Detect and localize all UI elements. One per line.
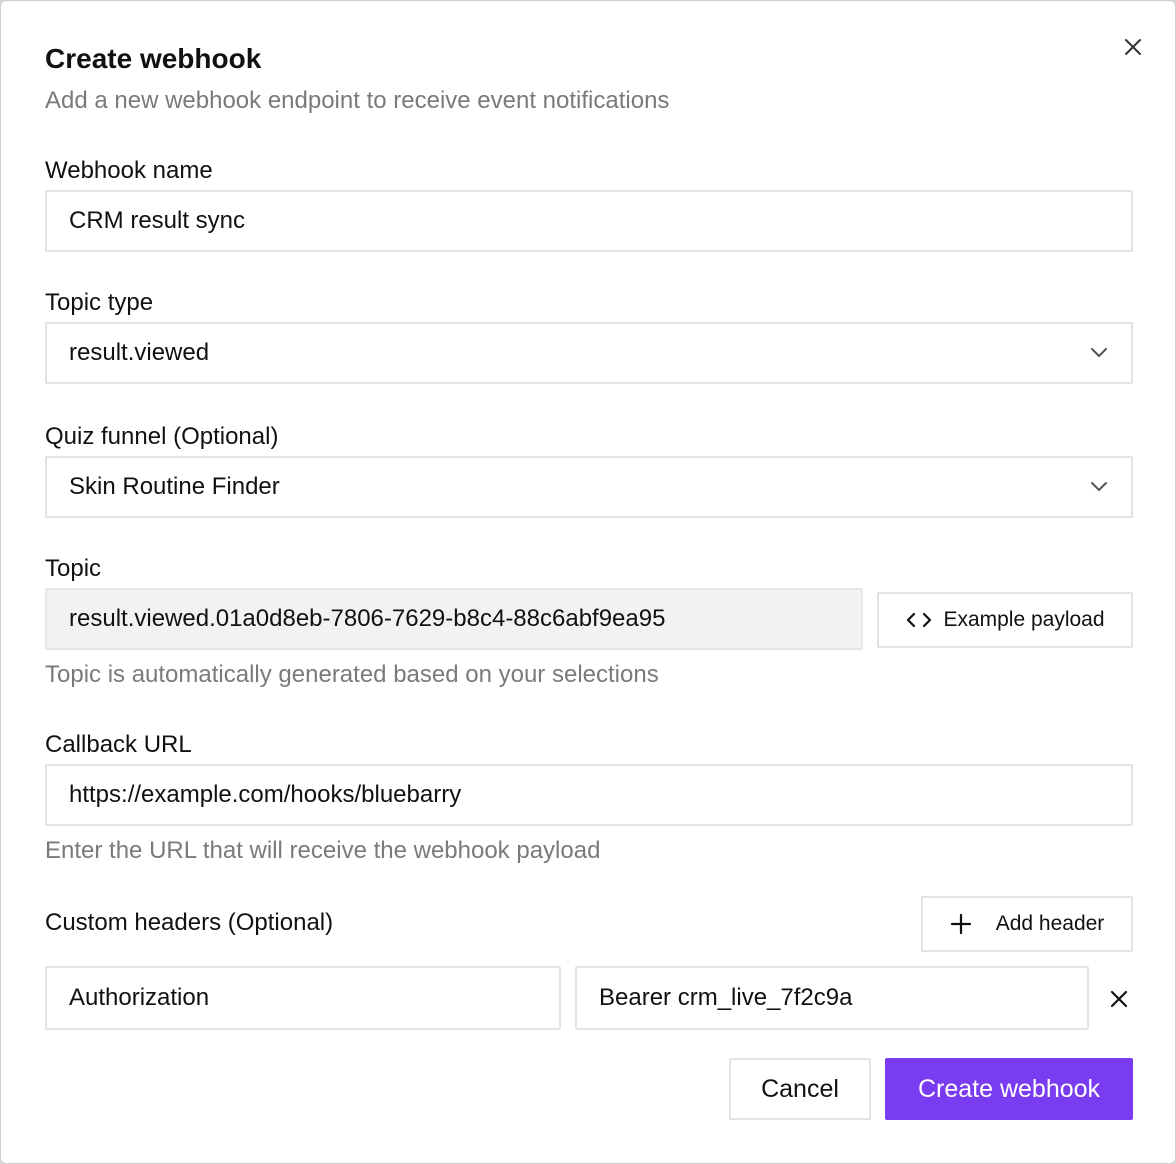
- create-webhook-button[interactable]: Create webhook: [885, 1058, 1133, 1120]
- dialog-title: Create webhook: [45, 43, 262, 74]
- plus-icon: [950, 913, 972, 935]
- example-payload-label: Example payload: [943, 608, 1105, 631]
- remove-header-button[interactable]: [1103, 981, 1135, 1017]
- topic-helper-text: Topic is automatically generated based o…: [45, 661, 659, 688]
- topic-value: result.viewed.01a0d8eb-7806-7629-b8c4-88…: [69, 605, 666, 632]
- quiz-funnel-select[interactable]: Skin Routine Finder: [45, 456, 1133, 518]
- chevron-down-icon: [1091, 348, 1107, 357]
- cancel-button[interactable]: Cancel: [729, 1058, 871, 1120]
- dialog-subtitle: Add a new webhook endpoint to receive ev…: [45, 87, 670, 114]
- topic-type-label: Topic type: [45, 289, 154, 316]
- example-payload-button[interactable]: Example payload: [877, 592, 1133, 648]
- header-value-input[interactable]: [599, 984, 1065, 1012]
- close-icon: [1110, 990, 1128, 1008]
- chevron-down-icon: [1091, 482, 1107, 491]
- header-key-field[interactable]: [45, 966, 561, 1030]
- header-key-input[interactable]: [69, 984, 537, 1012]
- header-value-field[interactable]: [575, 966, 1089, 1030]
- custom-headers-label: Custom headers (Optional): [45, 909, 334, 936]
- close-icon: [1125, 39, 1141, 55]
- code-icon: [905, 611, 933, 629]
- topic-type-select[interactable]: result.viewed: [45, 322, 1133, 384]
- add-header-label: Add header: [995, 912, 1105, 935]
- close-button[interactable]: [1117, 31, 1149, 63]
- callback-url-input[interactable]: [69, 781, 1109, 809]
- cancel-label: Cancel: [761, 1074, 839, 1103]
- topic-type-value: result.viewed: [69, 339, 210, 366]
- callback-url-label: Callback URL: [45, 731, 192, 758]
- webhook-name-field[interactable]: [45, 190, 1133, 252]
- callback-url-field[interactable]: [45, 764, 1133, 826]
- webhook-name-label: Webhook name: [45, 157, 213, 184]
- callback-url-helper-text: Enter the URL that will receive the webh…: [45, 837, 601, 864]
- topic-readonly-field: result.viewed.01a0d8eb-7806-7629-b8c4-88…: [45, 588, 863, 650]
- quiz-funnel-label: Quiz funnel (Optional): [45, 423, 279, 450]
- add-header-button[interactable]: Add header: [921, 896, 1133, 952]
- create-webhook-dialog: Create webhook Add a new webhook endpoin…: [0, 0, 1176, 1164]
- quiz-funnel-value: Skin Routine Finder: [69, 473, 280, 500]
- topic-label: Topic: [45, 555, 102, 582]
- webhook-name-input[interactable]: [69, 207, 1109, 235]
- create-webhook-label: Create webhook: [917, 1074, 1101, 1103]
